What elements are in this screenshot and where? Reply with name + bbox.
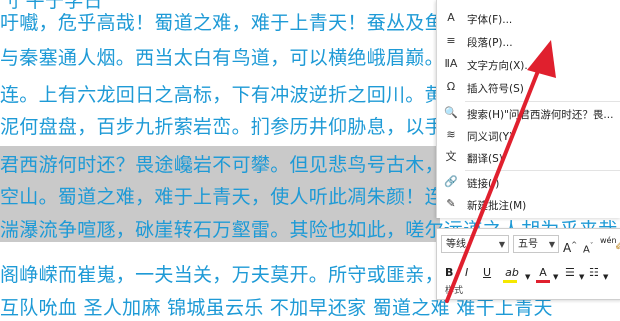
annotation-arrow-head [527,40,556,78]
annotation-arrow [445,40,556,303]
annotation-arrow-shaft [445,64,542,303]
